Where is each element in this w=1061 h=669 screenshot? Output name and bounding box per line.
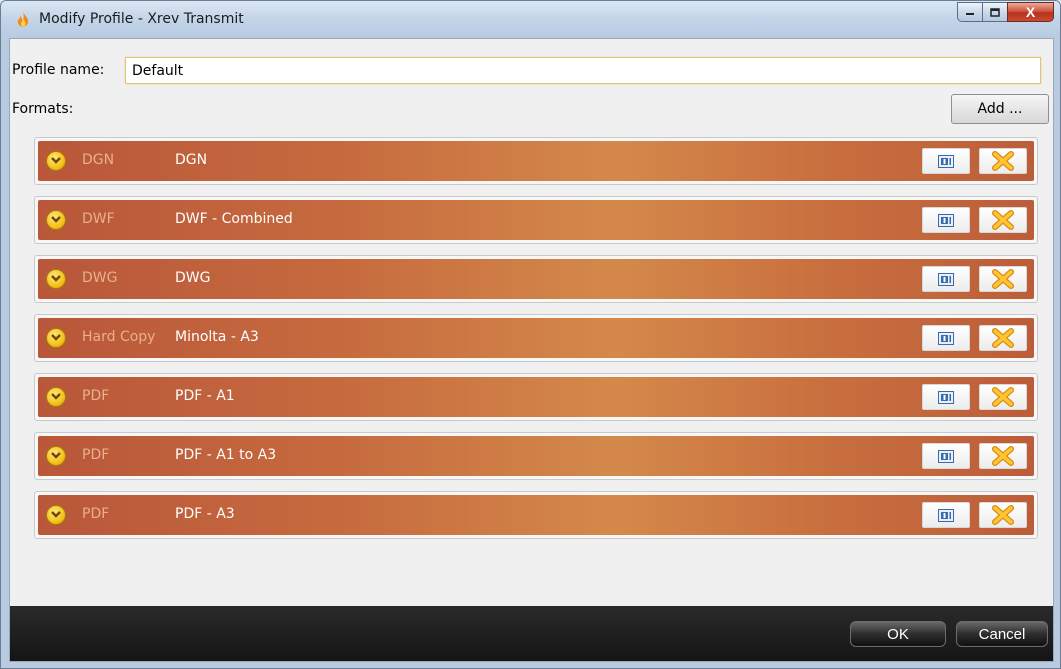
close-icon: X <box>1025 4 1036 20</box>
add-format-button[interactable]: Add ... <box>951 94 1049 124</box>
delete-x-icon <box>992 210 1014 230</box>
delete-x-icon <box>992 446 1014 466</box>
format-row: PDF PDF - A3 <box>34 491 1038 539</box>
format-row-bar: PDF PDF - A1 to A3 <box>38 436 1034 476</box>
delete-format-button[interactable] <box>979 266 1027 292</box>
delete-x-icon <box>992 328 1014 348</box>
delete-x-icon <box>992 505 1014 525</box>
delete-x-icon <box>992 387 1014 407</box>
format-row: PDF PDF - A1 to A3 <box>34 432 1038 480</box>
chevron-down-circle-icon[interactable] <box>46 387 66 407</box>
caption-buttons: X <box>957 2 1054 24</box>
delete-format-button[interactable] <box>979 325 1027 351</box>
format-name: DWG <box>175 270 211 286</box>
edit-format-button[interactable] <box>922 148 970 174</box>
format-row: DWF DWF - Combined <box>34 196 1038 244</box>
format-type: PDF <box>82 447 110 463</box>
profile-name-input[interactable] <box>125 57 1041 84</box>
delete-format-button[interactable] <box>979 502 1027 528</box>
chevron-down-circle-icon[interactable] <box>46 210 66 230</box>
formats-label: Formats: <box>12 101 74 117</box>
dialog-footer: OK Cancel <box>10 606 1053 661</box>
delete-format-button[interactable] <box>979 148 1027 174</box>
delete-format-button[interactable] <box>979 443 1027 469</box>
format-row-bar: DWG DWG <box>38 259 1034 299</box>
format-row: Hard Copy Minolta - A3 <box>34 314 1038 362</box>
edit-format-button[interactable] <box>922 502 970 528</box>
edit-text-icon <box>938 508 954 522</box>
edit-format-button[interactable] <box>922 207 970 233</box>
chevron-down-circle-icon[interactable] <box>46 505 66 525</box>
window-title: Modify Profile - Xrev Transmit <box>39 11 244 27</box>
format-type: DWG <box>82 270 118 286</box>
formats-list: DGN DGN DWF DWF - Combined DWG DWG Hard … <box>34 137 1038 547</box>
maximize-icon <box>990 7 1000 17</box>
format-row-bar: DWF DWF - Combined <box>38 200 1034 240</box>
format-row-bar: PDF PDF - A1 <box>38 377 1034 417</box>
edit-text-icon <box>938 154 954 168</box>
chevron-down-circle-icon[interactable] <box>46 446 66 466</box>
format-name: PDF - A3 <box>175 506 235 522</box>
format-name: PDF - A1 to A3 <box>175 447 277 463</box>
edit-format-button[interactable] <box>922 325 970 351</box>
edit-text-icon <box>938 331 954 345</box>
profile-name-label: Profile name: <box>12 62 105 78</box>
edit-format-button[interactable] <box>922 443 970 469</box>
format-row-bar: Hard Copy Minolta - A3 <box>38 318 1034 358</box>
close-button[interactable]: X <box>1007 2 1054 22</box>
format-type: Hard Copy <box>82 329 156 345</box>
format-type: PDF <box>82 506 110 522</box>
delete-format-button[interactable] <box>979 207 1027 233</box>
chevron-down-circle-icon[interactable] <box>46 328 66 348</box>
edit-text-icon <box>938 449 954 463</box>
delete-x-icon <box>992 269 1014 289</box>
format-type: DGN <box>82 152 115 168</box>
edit-text-icon <box>938 272 954 286</box>
edit-format-button[interactable] <box>922 384 970 410</box>
dialog-content: Profile name: Formats: Add ... DGN DGN <box>9 38 1054 662</box>
format-row-bar: PDF PDF - A3 <box>38 495 1034 535</box>
format-name: PDF - A1 <box>175 388 235 404</box>
edit-format-button[interactable] <box>922 266 970 292</box>
format-name: DWF - Combined <box>175 211 293 227</box>
chevron-down-circle-icon[interactable] <box>46 269 66 289</box>
format-name: Minolta - A3 <box>175 329 259 345</box>
chevron-down-circle-icon[interactable] <box>46 151 66 171</box>
edit-text-icon <box>938 390 954 404</box>
format-name: DGN <box>175 152 208 168</box>
cancel-button[interactable]: Cancel <box>956 621 1048 647</box>
delete-format-button[interactable] <box>979 384 1027 410</box>
minimize-icon <box>966 13 974 15</box>
format-row: DWG DWG <box>34 255 1038 303</box>
title-bar[interactable]: Modify Profile - Xrev Transmit X <box>1 1 1060 37</box>
delete-x-icon <box>992 151 1014 171</box>
dialog-window: Modify Profile - Xrev Transmit X Profile… <box>0 0 1061 669</box>
format-row-bar: DGN DGN <box>38 141 1034 181</box>
format-type: PDF <box>82 388 110 404</box>
format-row: DGN DGN <box>34 137 1038 185</box>
format-row: PDF PDF - A1 <box>34 373 1038 421</box>
minimize-button[interactable] <box>957 2 983 22</box>
format-type: DWF <box>82 211 115 227</box>
maximize-button[interactable] <box>982 2 1008 22</box>
flame-icon <box>17 12 29 27</box>
ok-button[interactable]: OK <box>850 621 946 647</box>
edit-text-icon <box>938 213 954 227</box>
